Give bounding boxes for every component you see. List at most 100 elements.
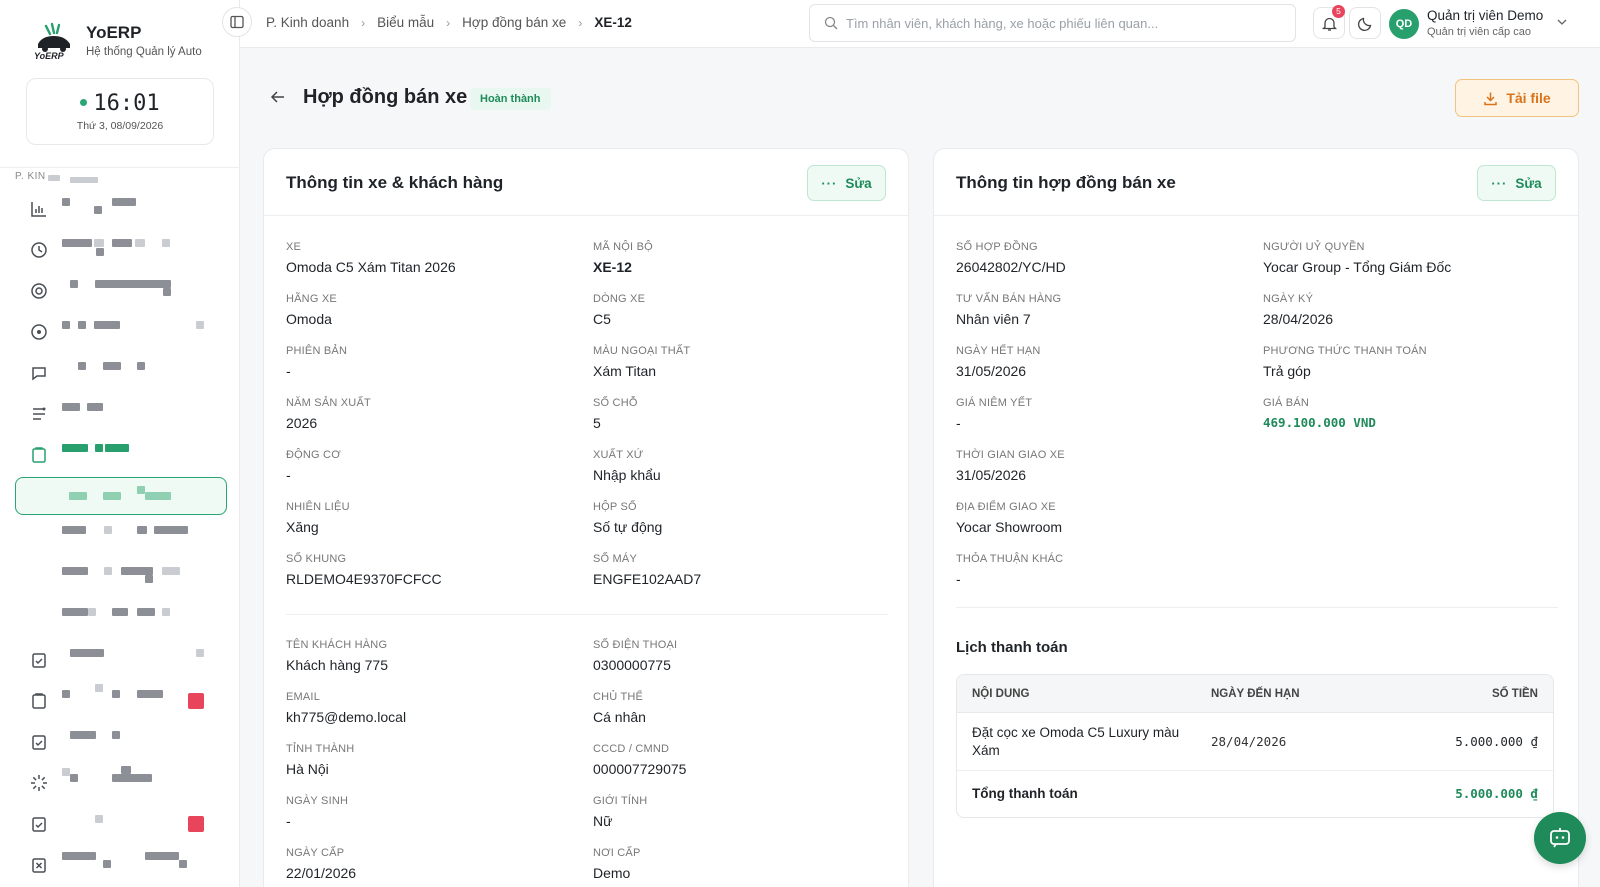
download-file-button[interactable]: Tải file [1455, 79, 1579, 117]
sidebar-subitem[interactable] [15, 559, 225, 597]
section-divider [286, 614, 888, 615]
sidebar-item-contracts[interactable] [15, 436, 225, 474]
breadcrumb-item[interactable]: P. Kinh doanh [266, 15, 349, 30]
sidebar-item-settings[interactable] [15, 313, 225, 351]
sidebar-item-target[interactable] [15, 272, 225, 310]
theme-toggle-button[interactable] [1349, 7, 1381, 39]
field-fuel: Nhiên liệu Xăng [286, 501, 350, 535]
flow-icon [30, 405, 48, 423]
chatbot-icon [1550, 828, 1570, 848]
field-origin: Xuất xứ Nhập khẩu [593, 449, 661, 483]
checklist-icon [30, 651, 48, 669]
breadcrumb-item[interactable]: Hợp đồng bán xe [462, 15, 566, 30]
column-header: Ngày đến hạn [1211, 688, 1300, 700]
field-list-price: Giá niêm yết - [956, 397, 1033, 431]
clipboard-icon [30, 446, 48, 464]
clock-widget: 16:01 Thứ 3, 08/09/2026 [26, 78, 214, 145]
table-row: Đặt cọc xe Omoda C5 Luxury màu Xám 28/04… [957, 713, 1553, 771]
field-gender: Giới tính Nữ [593, 795, 648, 829]
sidebar-item-reports[interactable] [15, 190, 225, 228]
moon-icon [1357, 17, 1371, 31]
card-title: Thông tin hợp đồng bán xe [956, 173, 1176, 192]
sidebar-item-reviews[interactable] [15, 805, 225, 843]
cancel-doc-icon [30, 856, 48, 874]
edit-button[interactable]: ··· Sửa [1477, 165, 1556, 201]
field-province: Tỉnh thành Hà Nội [286, 743, 355, 777]
sidebar-item-orders[interactable] [15, 682, 225, 720]
table-header: Nội dung Ngày đến hạn Số tiền [957, 675, 1553, 713]
target-icon [30, 282, 48, 300]
checklist-icon [30, 733, 48, 751]
field-delivery-location: Địa điểm giao xe Yocar Showroom [956, 501, 1063, 535]
user-name[interactable]: Quản trị viên Demo [1427, 8, 1543, 23]
alert-badge [188, 693, 204, 709]
sidebar-subitem[interactable] [15, 600, 225, 638]
sidebar-item-loading[interactable] [15, 764, 225, 802]
field-sale-price: Giá bán 469.100.000 VND [1263, 397, 1376, 430]
field-delivery-time: Thời gian giao xe 31/05/2026 [956, 449, 1065, 483]
alert-badge [188, 816, 204, 832]
field-other-agreement: Thỏa thuận khác - [956, 553, 1064, 587]
field-authorized-person: Người uỷ quyền Yocar Group - Tổng Giám Đố… [1263, 241, 1452, 275]
field-issue-date: Ngày cấp 22/01/2026 [286, 847, 357, 881]
field-engine-number: Số máy ENGFE102AAD7 [593, 553, 702, 587]
search-input[interactable] [846, 15, 1286, 31]
user-role: Quản trị viên cấp cao [1427, 26, 1531, 38]
column-header: Số tiền [1491, 688, 1538, 700]
checklist-icon [30, 815, 48, 833]
sidebar-item-cancellations[interactable] [15, 846, 225, 884]
download-icon [1484, 92, 1498, 105]
clock-date: Thứ 3, 08/09/2026 [76, 120, 164, 132]
field-transmission: Hộp số Số tự động [593, 501, 663, 535]
field-version: Phiên bản - [286, 345, 348, 379]
clipboard-icon [30, 692, 48, 710]
field-internal-code: Mã nội bộ XE-12 [593, 241, 653, 275]
avatar[interactable]: QD [1389, 9, 1419, 39]
back-button[interactable] [268, 88, 288, 108]
column-header: Nội dung [972, 688, 1030, 700]
field-sales-consultant: Tư vấn bán hàng Nhân viên 7 [956, 293, 1062, 327]
brand-name: YoERP [86, 22, 142, 42]
breadcrumb-item[interactable]: Biểu mẫu [377, 15, 434, 30]
field-brand: Hãng xe Omoda [286, 293, 337, 327]
breadcrumb: P. Kinh doanh › Biểu mẫu › Hợp đồng bán … [266, 15, 632, 30]
sidebar-subitem[interactable] [15, 518, 225, 556]
sidebar-item-approvals[interactable] [15, 723, 225, 761]
sidebar-item-messages[interactable] [15, 354, 225, 392]
vehicle-customer-card: Thông tin xe & khách hàng ··· Sửa Xe Omoda… [263, 148, 909, 887]
sidebar: YoERP YoERP Hệ thống Quản lý Auto 16:01 … [0, 0, 240, 887]
section-divider [956, 607, 1558, 608]
online-dot [80, 98, 88, 106]
search-box [809, 4, 1296, 42]
sidebar-item-sales-contract[interactable] [15, 477, 227, 515]
field-contract-number: Số hợp đồng 26042802/YC/HD [956, 241, 1066, 275]
field-vehicle: Xe Omoda C5 Xám Titan 2026 [286, 241, 456, 275]
page-title: Hợp đồng bán xe [303, 86, 468, 108]
field-birth-date: Ngày sinh - [286, 795, 349, 829]
breadcrumb-current: XE-12 [594, 15, 632, 30]
sidebar-toggle-button[interactable] [222, 7, 252, 37]
field-email: Email kh775@demo.local [286, 691, 407, 725]
sidebar-item-workflow[interactable] [15, 395, 225, 433]
field-phone: Số điện thoại 0300000775 [593, 639, 678, 673]
clock-time: 16:01 [27, 91, 213, 116]
chat-icon [30, 364, 48, 382]
card-header: Thông tin hợp đồng bán xe ··· Sửa [934, 149, 1578, 216]
brand[interactable]: YoERP YoERP Hệ thống Quản lý Auto [32, 20, 202, 62]
chevron-down-icon[interactable] [1556, 16, 1568, 28]
sidebar-divider [0, 167, 240, 168]
sidebar-item-tasks[interactable] [15, 641, 225, 679]
payment-amount: 5.000.000 ₫ [1455, 734, 1538, 749]
table-total-row: Tổng thanh toán 5.000.000 ₫ [957, 771, 1553, 817]
payment-due-date: 28/04/2026 [1211, 734, 1287, 749]
notifications-button[interactable]: 5 [1313, 5, 1345, 39]
field-expiry-date: Ngày hết hạn 31/05/2026 [956, 345, 1041, 379]
field-sign-date: Ngày ký 28/04/2026 [1263, 293, 1334, 327]
chat-assistant-button[interactable] [1534, 812, 1586, 864]
sidebar-item-history[interactable] [15, 231, 225, 269]
panel-icon [230, 15, 244, 29]
field-exterior-color: Màu ngoại thất Xám Titan [593, 345, 691, 379]
contract-info-card: Thông tin hợp đồng bán xe ··· Sửa Số hợp … [933, 148, 1579, 887]
edit-button[interactable]: ··· Sửa [807, 165, 886, 201]
field-payment-method: Phương thức thanh toán Trả góp [1263, 345, 1427, 379]
